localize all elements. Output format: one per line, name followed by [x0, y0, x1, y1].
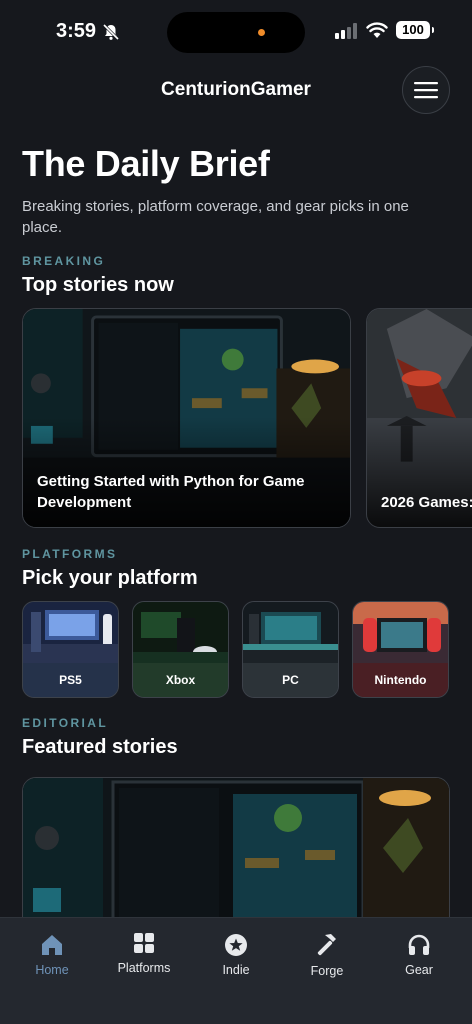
top-stories-carousel[interactable]: Getting Started with Python for Game Dev…	[22, 308, 472, 528]
page-subtitle: Breaking stories, platform coverage, and…	[22, 198, 409, 236]
app-header: CenturionGamer	[0, 62, 472, 118]
battery-indicator: 100	[396, 21, 434, 39]
signal-icon	[335, 23, 357, 39]
tab-label: Home	[35, 963, 69, 977]
nintendo-image	[353, 602, 448, 665]
privacy-indicator	[258, 29, 265, 36]
pc-image	[243, 602, 338, 665]
story-title: 2026 Games: What's New	[381, 494, 472, 511]
tab-home[interactable]: Home	[7, 932, 97, 977]
platform-card-nintendo[interactable]: Nintendo	[352, 601, 449, 698]
xbox-image	[133, 602, 228, 665]
tab-label: Indie	[222, 963, 250, 977]
wifi-icon	[366, 22, 388, 38]
platform-label: PS5	[23, 663, 118, 697]
tab-label: Platforms	[117, 961, 171, 975]
story-card[interactable]: Getting Started with Python for Game Dev…	[22, 308, 351, 528]
star-icon	[225, 934, 247, 956]
tab-indie[interactable]: Indie	[191, 932, 281, 977]
platform-picker: PS5 Xbox PC Nintendo	[22, 601, 472, 698]
status-time: 3:59	[56, 20, 97, 42]
status-bar: 3:59 100	[0, 0, 472, 62]
platforms-eyebrow: PLATFORMS	[22, 547, 118, 561]
hamburger-icon	[414, 82, 438, 99]
ps5-image	[23, 602, 118, 665]
dynamic-island	[167, 12, 305, 53]
tab-forge[interactable]: Forge	[282, 931, 372, 978]
breaking-eyebrow: BREAKING	[22, 254, 106, 268]
tab-gear[interactable]: Gear	[374, 932, 464, 977]
tab-label: Forge	[310, 964, 344, 978]
story-title: Getting Started with Python for Game Dev…	[37, 473, 305, 511]
hammer-icon	[317, 934, 336, 956]
platforms-section-title: Pick your platform	[22, 567, 198, 589]
tab-platforms[interactable]: Platforms	[99, 930, 189, 975]
headphones-icon	[408, 934, 430, 955]
menu-button[interactable]	[402, 66, 450, 114]
bottom-tab-bar: Home Platforms Indie Forge Gear	[0, 917, 472, 1024]
page-title: The Daily Brief	[22, 143, 270, 184]
tab-label: Gear	[405, 963, 433, 977]
grid-icon	[134, 933, 154, 953]
platform-label: Nintendo	[353, 663, 448, 697]
platform-label: Xbox	[133, 663, 228, 697]
editorial-section-title: Featured stories	[22, 736, 178, 758]
platform-card-pc[interactable]: PC	[242, 601, 339, 698]
breaking-section-title: Top stories now	[22, 274, 174, 296]
platform-card-ps5[interactable]: PS5	[22, 601, 119, 698]
home-icon	[42, 935, 62, 955]
platform-label: PC	[243, 663, 338, 697]
editorial-eyebrow: EDITORIAL	[22, 716, 109, 730]
story-card[interactable]: 2026 Games: What's New	[366, 308, 472, 528]
platform-card-xbox[interactable]: Xbox	[132, 601, 229, 698]
bell-muted-icon	[102, 23, 120, 41]
